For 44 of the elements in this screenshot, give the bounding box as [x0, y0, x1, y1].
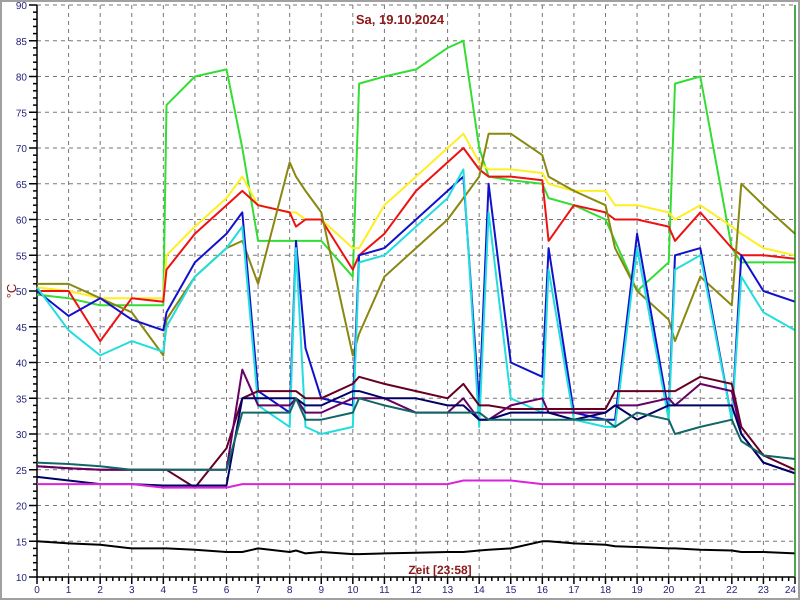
- tick-label: 6: [224, 585, 230, 596]
- tick-label: 12: [410, 585, 422, 596]
- tick-label: 85: [16, 36, 27, 48]
- tick-label: 8: [286, 585, 292, 596]
- tick-label: 50: [16, 287, 27, 298]
- tick-label: 16: [536, 585, 548, 596]
- tick-label: 23: [758, 585, 769, 596]
- tick-label: 15: [16, 537, 27, 548]
- tick-label: 25: [16, 466, 27, 477]
- tick-label: 7: [255, 585, 261, 596]
- tick-label: 20: [16, 502, 27, 512]
- tick-label: 10: [16, 573, 27, 584]
- tick-label: 21: [694, 585, 706, 596]
- chart-title: Sa, 19.10.2024: [356, 12, 444, 27]
- tick-label: 60: [16, 216, 27, 226]
- tick-label: 55: [16, 251, 27, 262]
- tick-label: 9: [318, 585, 324, 596]
- tick-label: 70: [16, 144, 27, 155]
- tick-label: 65: [16, 180, 27, 191]
- tick-label: 80: [16, 72, 27, 84]
- tick-label: 90: [16, 2, 27, 12]
- tick-label: 15: [505, 585, 516, 596]
- tick-label: 20: [663, 585, 674, 596]
- tick-label: 13: [442, 585, 454, 596]
- tick-label: 40: [16, 358, 27, 370]
- tick-label: 3: [128, 585, 135, 596]
- tick-label: 30: [16, 430, 27, 441]
- tick-label: 17: [568, 585, 580, 596]
- tick-label: 10: [347, 585, 358, 596]
- tick-label: 35: [16, 394, 27, 406]
- tick-label: 0: [34, 585, 40, 596]
- tick-label: 22: [726, 585, 738, 596]
- tick-label: 24: [784, 585, 796, 596]
- tick-label: 11: [379, 585, 390, 596]
- tick-label: 19: [632, 585, 643, 596]
- axis-title: Zeit [23:58]: [408, 563, 472, 577]
- tick-label: 2: [97, 585, 103, 596]
- tick-label: 1: [66, 585, 72, 596]
- tick-label: 75: [16, 108, 27, 120]
- tick-label: 18: [600, 585, 612, 596]
- tick-label: 14: [474, 585, 485, 596]
- tick-label: 4: [160, 585, 166, 596]
- tick-label: 5: [192, 585, 198, 596]
- tick-label: 45: [16, 322, 27, 334]
